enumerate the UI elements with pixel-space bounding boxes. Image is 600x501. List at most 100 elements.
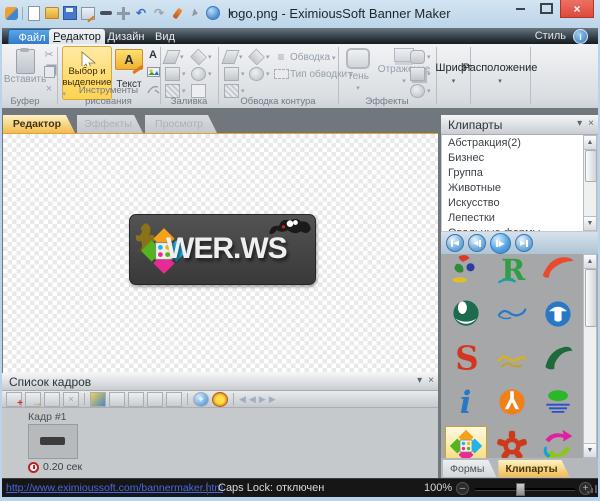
delete-icon[interactable]: × bbox=[42, 82, 56, 95]
pointer-icon[interactable] bbox=[192, 8, 199, 17]
clipart-red-swoosh[interactable] bbox=[537, 254, 579, 290]
frame-tool-button[interactable] bbox=[147, 392, 163, 407]
next-page-button[interactable]: ▶ bbox=[490, 233, 511, 254]
resize-grip[interactable] bbox=[587, 485, 597, 493]
web-globe-icon[interactable] bbox=[206, 6, 220, 20]
scroll-down-icon[interactable]: ▼ bbox=[584, 443, 596, 457]
outline-radial-button[interactable]: ▾ bbox=[249, 67, 270, 81]
category-item[interactable]: Овальные формы bbox=[442, 225, 583, 231]
horizontal-bar-icon[interactable] bbox=[100, 11, 112, 15]
tab-shapes[interactable]: Формы bbox=[443, 460, 496, 477]
canvas-tab-preview[interactable]: Просмотр bbox=[145, 115, 217, 133]
clipart-letter-r[interactable]: R bbox=[491, 254, 533, 290]
close-button[interactable]: × bbox=[560, 0, 594, 18]
zoom-slider-track[interactable] bbox=[475, 488, 575, 491]
panel-dropdown-icon[interactable]: ▾ bbox=[417, 375, 422, 386]
text-tool-button[interactable]: A Текст bbox=[113, 46, 145, 90]
export-image-icon[interactable] bbox=[81, 7, 95, 20]
category-item[interactable]: Искусство bbox=[442, 195, 583, 210]
clipart-red-gear[interactable] bbox=[491, 426, 533, 458]
panel-dropdown-icon[interactable]: ▾ bbox=[577, 118, 582, 129]
fill-linear-button[interactable]: ▾ bbox=[165, 67, 186, 81]
category-item[interactable]: Бизнес bbox=[442, 150, 583, 165]
new-document-icon[interactable] bbox=[28, 6, 40, 21]
panel-close-icon[interactable]: × bbox=[428, 375, 434, 386]
move-frame-left-icon[interactable]: ◀ bbox=[249, 394, 256, 405]
maximize-button[interactable] bbox=[533, 0, 560, 17]
outline-dash-button[interactable] bbox=[274, 69, 289, 79]
effect-bevel-button[interactable]: ▾ bbox=[410, 67, 431, 81]
clipart-green-ribbon[interactable] bbox=[537, 338, 579, 378]
canvas-tab-effects[interactable]: Эффекты bbox=[77, 115, 143, 133]
effect-rounded-button[interactable]: ▾ bbox=[410, 50, 431, 64]
paste-button[interactable]: Вставить bbox=[5, 46, 45, 85]
clipart-category-list[interactable]: Абстракция(2) Бизнес Группа Животные Иск… bbox=[442, 135, 583, 231]
scroll-up-icon[interactable]: ▲ bbox=[584, 136, 596, 150]
frame-tool-button[interactable] bbox=[128, 392, 144, 407]
category-item[interactable]: Абстракция(2) bbox=[442, 135, 583, 150]
clipart-green-ellipse-lines[interactable] bbox=[537, 382, 579, 422]
style-button[interactable]: Стиль bbox=[535, 30, 566, 42]
category-item[interactable]: Животные bbox=[442, 180, 583, 195]
banner-text[interactable]: WER.WS bbox=[166, 232, 287, 266]
open-folder-icon[interactable] bbox=[45, 7, 59, 19]
outline-linear-button[interactable]: ▾ bbox=[224, 67, 245, 81]
clipart-grid[interactable]: R S bbox=[441, 254, 598, 458]
outline-label-button[interactable]: Обводка▾ bbox=[290, 52, 336, 63]
shadow-button[interactable]: Тень ▾ bbox=[344, 48, 372, 92]
fill-solid-button[interactable]: ▾ bbox=[165, 50, 184, 64]
brush-icon[interactable] bbox=[172, 7, 182, 19]
fill-radial-button[interactable]: ▾ bbox=[191, 67, 212, 81]
editing-canvas[interactable]: WER.WS bbox=[3, 133, 438, 373]
fill-gradient-button[interactable]: ▾ bbox=[191, 50, 212, 64]
move-frame-last-icon[interactable]: ▶ bbox=[269, 394, 276, 405]
letter-a-icon[interactable]: A bbox=[146, 48, 160, 61]
category-item[interactable]: Группа bbox=[442, 165, 583, 180]
scroll-thumb[interactable] bbox=[585, 150, 597, 182]
image-icon[interactable] bbox=[146, 65, 160, 78]
clipart-diamond-logo-selected[interactable] bbox=[445, 426, 487, 458]
cut-icon[interactable]: ✂ bbox=[42, 48, 56, 61]
animation-button[interactable] bbox=[212, 392, 228, 407]
last-page-button[interactable]: ▶ bbox=[515, 234, 533, 252]
tab-view[interactable]: Вид bbox=[146, 29, 184, 44]
outline-width-button[interactable]: ≡ bbox=[274, 50, 288, 63]
website-link[interactable]: http://www.eximioussoft.com/bannermaker.… bbox=[6, 482, 223, 494]
clipart-blue-wave[interactable] bbox=[491, 294, 533, 334]
prev-page-button[interactable]: ◀ bbox=[468, 234, 486, 252]
first-page-button[interactable]: ◀ bbox=[446, 234, 464, 252]
copy-frame-button[interactable] bbox=[44, 392, 60, 407]
insert-frame-button[interactable]: → bbox=[25, 392, 41, 407]
delete-frame-button[interactable]: × bbox=[63, 392, 79, 407]
zoom-slider-thumb[interactable] bbox=[516, 483, 525, 496]
frame-properties-button[interactable] bbox=[90, 392, 106, 407]
scroll-thumb[interactable] bbox=[585, 269, 597, 327]
frame-tool-button[interactable] bbox=[166, 392, 182, 407]
clipart-orange-wheel[interactable] bbox=[491, 382, 533, 422]
tab-cliparts[interactable]: Клипарты bbox=[498, 460, 569, 477]
undo-icon[interactable]: ↶ bbox=[134, 6, 148, 20]
arrange-button[interactable]: Расположение ▾ bbox=[471, 48, 529, 98]
info-icon[interactable]: i bbox=[573, 29, 588, 44]
move-frame-first-icon[interactable]: ◀ bbox=[239, 394, 246, 405]
scroll-down-icon[interactable]: ▼ bbox=[584, 216, 596, 230]
panel-close-icon[interactable]: × bbox=[588, 118, 594, 129]
outline-pen-button[interactable]: ▾ bbox=[224, 50, 243, 64]
clipart-grid-scrollbar[interactable]: ▲ ▼ bbox=[583, 254, 597, 458]
add-effect-button[interactable]: + bbox=[193, 392, 209, 407]
category-list-scrollbar[interactable]: ▲ ▼ bbox=[583, 135, 597, 231]
save-icon[interactable] bbox=[63, 6, 77, 20]
clipart-blue-i[interactable]: i bbox=[445, 382, 487, 422]
outline-gradient-button[interactable]: ▾ bbox=[249, 50, 270, 64]
category-item[interactable]: Лепестки bbox=[442, 210, 583, 225]
copy-icon[interactable] bbox=[42, 65, 56, 78]
redo-icon[interactable]: ↷ bbox=[152, 6, 166, 20]
tab-design[interactable]: Дизайн bbox=[101, 29, 151, 44]
move-frame-right-icon[interactable]: ▶ bbox=[259, 394, 266, 405]
add-frame-button[interactable]: + bbox=[6, 392, 22, 407]
frame-tool-button[interactable] bbox=[109, 392, 125, 407]
clipart-yellow-swirl[interactable] bbox=[491, 338, 533, 378]
tab-editor[interactable]: Редактор bbox=[49, 29, 105, 44]
scroll-up-icon[interactable]: ▲ bbox=[584, 255, 596, 269]
canvas-tab-editor[interactable]: Редактор bbox=[3, 115, 75, 133]
